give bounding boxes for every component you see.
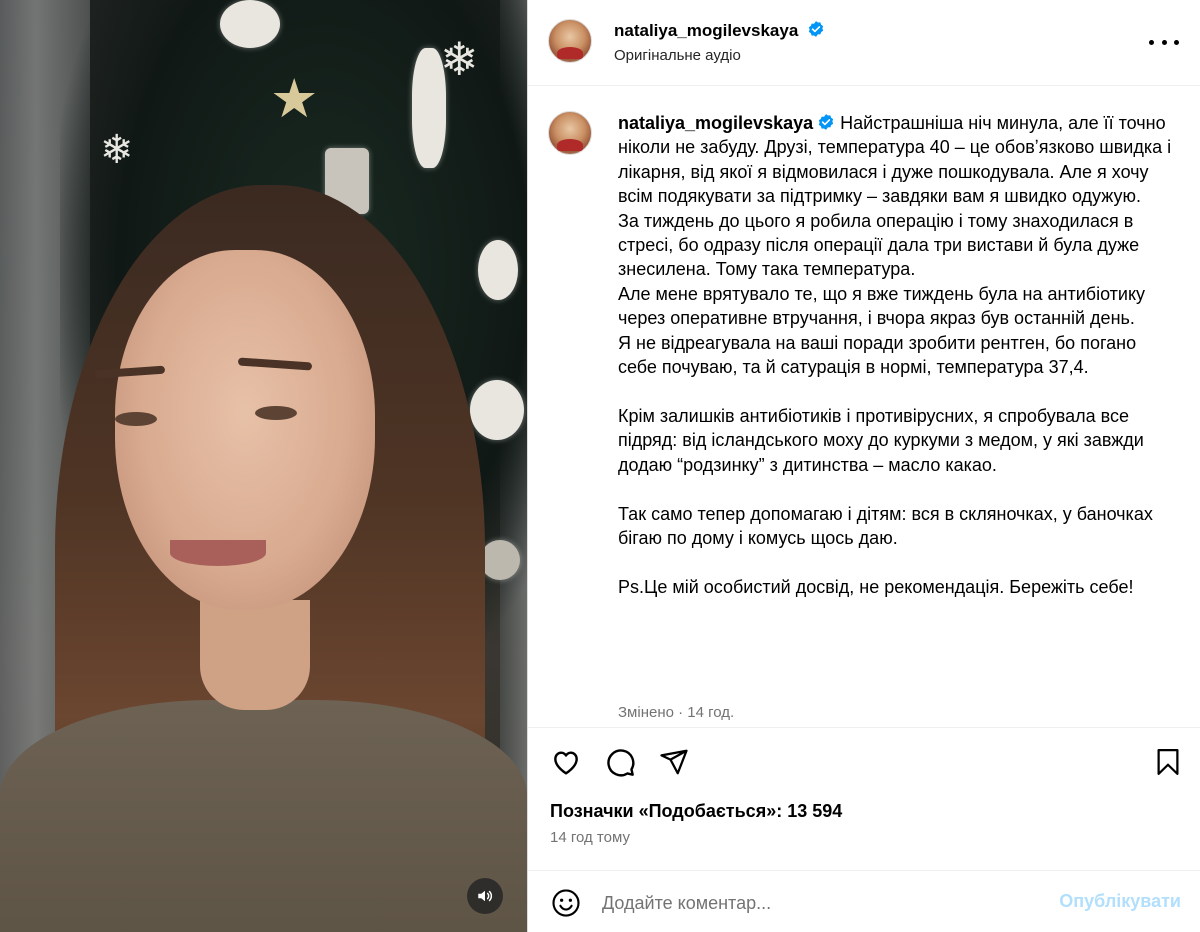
post-panel: nataliya_mogilevskaya Оригінальне аудіо … [527,0,1200,932]
audio-label[interactable]: Оригінальне аудіо [614,47,825,64]
share-icon [660,749,688,775]
comment-button[interactable] [603,745,637,779]
comment-input[interactable] [602,889,1032,917]
post-header: nataliya_mogilevskaya Оригінальне аудіо [528,0,1200,86]
post-caption: nataliya_mogilevskaya Найстрашніша ніч м… [618,111,1178,599]
person-mouth [170,540,266,566]
author-avatar[interactable] [548,19,592,63]
bookmark-icon [1157,749,1179,775]
share-button[interactable] [657,745,691,779]
post-time[interactable]: 14 год тому [550,829,630,846]
comment-icon [607,749,635,777]
edited-timestamp: Змінено · 14 год. [618,704,735,721]
sound-toggle-button[interactable] [467,878,503,914]
caption-text: Найстрашніша ніч минула, але її точно ні… [618,113,1172,597]
more-icon-dot [1149,39,1154,45]
author-username[interactable]: nataliya_mogilevskaya [614,21,798,40]
publish-button[interactable]: Опублікувати [1059,891,1181,912]
add-comment-bar: Опублікувати [528,870,1200,932]
comments-section[interactable]: nataliya_mogilevskaya Найстрашніша ніч м… [528,87,1200,727]
save-button[interactable] [1151,745,1185,779]
emoji-icon [552,889,580,917]
ball-ornament [480,540,520,580]
more-options-button[interactable] [1149,30,1179,54]
right-eye [255,406,297,420]
post-actions: Позначки «Подобається»: 13 594 14 год то… [528,727,1200,932]
verified-icon [819,114,834,130]
tree-star-ornament: ★ [270,69,319,129]
snowflake-ornament: ❄ [440,33,479,85]
heart-icon [554,751,578,775]
caption-author-username[interactable]: nataliya_mogilevskaya [618,113,813,133]
angel-ornament [220,0,280,48]
reindeer-ornament: ❄ [100,128,134,172]
bell-ornament [478,240,518,300]
more-icon-dot [1161,39,1167,45]
left-eye [115,412,157,426]
person-sweater [0,700,527,932]
emoji-button[interactable] [549,886,583,920]
angel-figure-ornament [412,48,446,168]
verified-icon [808,21,823,37]
person-neck [200,600,310,710]
bag-ornament [470,380,524,440]
sound-icon [478,890,493,902]
likes-count[interactable]: Позначки «Подобається»: 13 594 [550,801,842,822]
like-button[interactable] [549,745,583,779]
author-info: nataliya_mogilevskaya Оригінальне аудіо [614,20,825,64]
caption-author-avatar[interactable] [548,111,592,155]
post-video[interactable]: ★ ❄ ❄ [0,0,527,932]
more-icon-dot [1174,39,1179,45]
